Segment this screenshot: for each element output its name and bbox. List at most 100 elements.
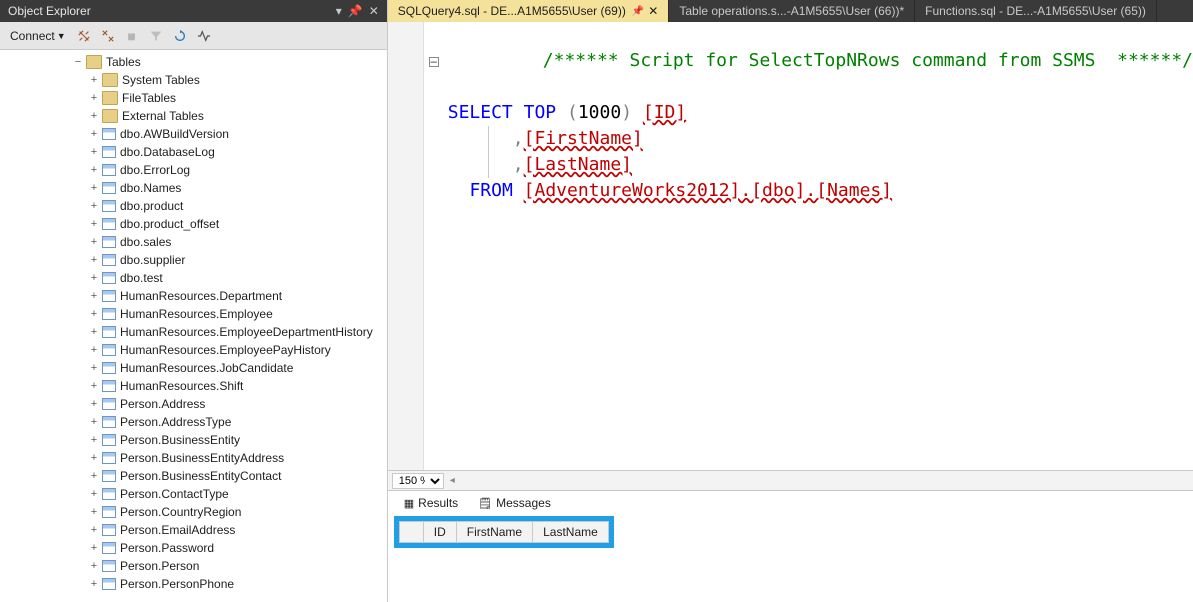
- expander-icon[interactable]: [88, 272, 100, 284]
- expander-icon[interactable]: [88, 416, 100, 428]
- expander-icon[interactable]: [88, 434, 100, 446]
- expander-icon[interactable]: [88, 542, 100, 554]
- tree-table[interactable]: Person.Person: [72, 557, 387, 575]
- tree-table[interactable]: Person.CountryRegion: [72, 503, 387, 521]
- refresh-icon[interactable]: [170, 26, 190, 46]
- activity-icon[interactable]: [194, 26, 214, 46]
- tree-table[interactable]: HumanResources.JobCandidate: [72, 359, 387, 377]
- expander-icon[interactable]: [88, 128, 100, 140]
- tree-table[interactable]: HumanResources.Employee: [72, 305, 387, 323]
- tree-table[interactable]: dbo.supplier: [72, 251, 387, 269]
- tree-folder[interactable]: System Tables: [72, 71, 387, 89]
- folder-icon: [102, 73, 118, 87]
- expander-icon[interactable]: [88, 470, 100, 482]
- expander-icon[interactable]: [88, 506, 100, 518]
- expander-icon[interactable]: [88, 362, 100, 374]
- table-icon: [102, 542, 116, 554]
- code-line: /****** Script for SelectTopNRows comman…: [428, 22, 1193, 100]
- tab-messages[interactable]: 🗒 Messages: [468, 494, 561, 512]
- expander-icon[interactable]: [88, 200, 100, 212]
- expander-icon[interactable]: [88, 398, 100, 410]
- tree-table[interactable]: dbo.DatabaseLog: [72, 143, 387, 161]
- column-header[interactable]: FirstName: [456, 522, 532, 543]
- table-icon: [102, 308, 116, 320]
- expander-icon[interactable]: [88, 308, 100, 320]
- table-icon: [102, 560, 116, 572]
- disconnect-icon[interactable]: [74, 26, 94, 46]
- object-explorer-tree[interactable]: TablesSystem TablesFileTablesExternal Ta…: [0, 50, 387, 602]
- tree-table[interactable]: dbo.AWBuildVersion: [72, 125, 387, 143]
- tree-folder[interactable]: FileTables: [72, 89, 387, 107]
- expander-icon[interactable]: [88, 254, 100, 266]
- tree-table[interactable]: dbo.sales: [72, 233, 387, 251]
- expander-icon[interactable]: [88, 560, 100, 572]
- tree-table[interactable]: Person.BusinessEntity: [72, 431, 387, 449]
- tab-label: SQLQuery4.sql - DE...A1M5655\User (69)): [398, 4, 626, 18]
- expander-icon[interactable]: [88, 110, 100, 122]
- expander-icon[interactable]: [88, 488, 100, 500]
- tree-table[interactable]: Person.BusinessEntityContact: [72, 467, 387, 485]
- tree-table[interactable]: HumanResources.Shift: [72, 377, 387, 395]
- tree-table[interactable]: HumanResources.EmployeeDepartmentHistory: [72, 323, 387, 341]
- expander-icon[interactable]: [88, 218, 100, 230]
- expander-icon[interactable]: [88, 92, 100, 104]
- close-icon[interactable]: ✕: [369, 4, 379, 18]
- tree-folder[interactable]: External Tables: [72, 107, 387, 125]
- disconnect-all-icon[interactable]: [98, 26, 118, 46]
- expander-icon[interactable]: [88, 380, 100, 392]
- column-header[interactable]: ID: [423, 522, 456, 543]
- table-icon: [102, 452, 116, 464]
- connect-button[interactable]: Connect ▼: [6, 27, 70, 45]
- expander-icon[interactable]: [88, 182, 100, 194]
- document-tab[interactable]: Table operations.s...-A1M5655\User (66))…: [669, 0, 915, 22]
- close-icon[interactable]: ✕: [648, 4, 658, 18]
- tree-table[interactable]: Person.Address: [72, 395, 387, 413]
- expander-icon[interactable]: [88, 326, 100, 338]
- tree-table[interactable]: Person.ContactType: [72, 485, 387, 503]
- editor-pane: SQLQuery4.sql - DE...A1M5655\User (69)) 📌…: [388, 0, 1193, 602]
- expander-icon[interactable]: [88, 578, 100, 590]
- tree-table[interactable]: Person.Password: [72, 539, 387, 557]
- tree-table[interactable]: HumanResources.EmployeePayHistory: [72, 341, 387, 359]
- tree-table[interactable]: dbo.test: [72, 269, 387, 287]
- tree-table[interactable]: Person.EmailAddress: [72, 521, 387, 539]
- caret-down-icon: ▼: [57, 31, 66, 41]
- expander-icon[interactable]: [88, 524, 100, 536]
- tree-table[interactable]: dbo.product_offset: [72, 215, 387, 233]
- expander-icon[interactable]: [88, 452, 100, 464]
- nav-left-icon[interactable]: ◂: [450, 475, 455, 486]
- panel-title-bar[interactable]: Object Explorer ▾ 📌 ✕: [0, 0, 387, 22]
- folder-icon: [102, 109, 118, 123]
- document-tab[interactable]: SQLQuery4.sql - DE...A1M5655\User (69)) 📌…: [388, 0, 670, 22]
- table-icon: [102, 362, 116, 374]
- expander-icon[interactable]: [88, 164, 100, 176]
- tree-table[interactable]: dbo.product: [72, 197, 387, 215]
- grid-icon: ▦: [404, 497, 414, 510]
- expander-icon[interactable]: [88, 146, 100, 158]
- table-icon: [102, 272, 116, 284]
- expander-icon[interactable]: [88, 290, 100, 302]
- dropdown-icon[interactable]: ▾: [336, 4, 342, 18]
- zoom-select[interactable]: 150 %: [392, 473, 444, 489]
- expander-icon[interactable]: [88, 74, 100, 86]
- tree-table[interactable]: Person.PersonPhone: [72, 575, 387, 593]
- tree-table[interactable]: HumanResources.Department: [72, 287, 387, 305]
- tree-table[interactable]: dbo.Names: [72, 179, 387, 197]
- document-tab[interactable]: Functions.sql - DE...-A1M5655\User (65)): [915, 0, 1157, 22]
- tree-table[interactable]: Person.BusinessEntityAddress: [72, 449, 387, 467]
- table-icon: [102, 182, 116, 194]
- pin-icon[interactable]: 📌: [348, 4, 363, 18]
- tree-node-tables[interactable]: Tables: [72, 53, 387, 71]
- tree-table[interactable]: dbo.ErrorLog: [72, 161, 387, 179]
- expander-icon[interactable]: [72, 56, 84, 68]
- tree-table[interactable]: Person.AddressType: [72, 413, 387, 431]
- expander-icon[interactable]: [88, 344, 100, 356]
- pin-icon[interactable]: 📌: [632, 6, 644, 17]
- row-selector-header[interactable]: [399, 522, 423, 543]
- results-grid[interactable]: ID FirstName LastName: [399, 521, 609, 543]
- tab-results[interactable]: ▦ Results: [394, 494, 468, 512]
- column-header[interactable]: LastName: [533, 522, 609, 543]
- sql-editor[interactable]: /****** Script for SelectTopNRows comman…: [388, 22, 1193, 470]
- expander-icon[interactable]: [88, 236, 100, 248]
- folder-icon: [86, 55, 102, 69]
